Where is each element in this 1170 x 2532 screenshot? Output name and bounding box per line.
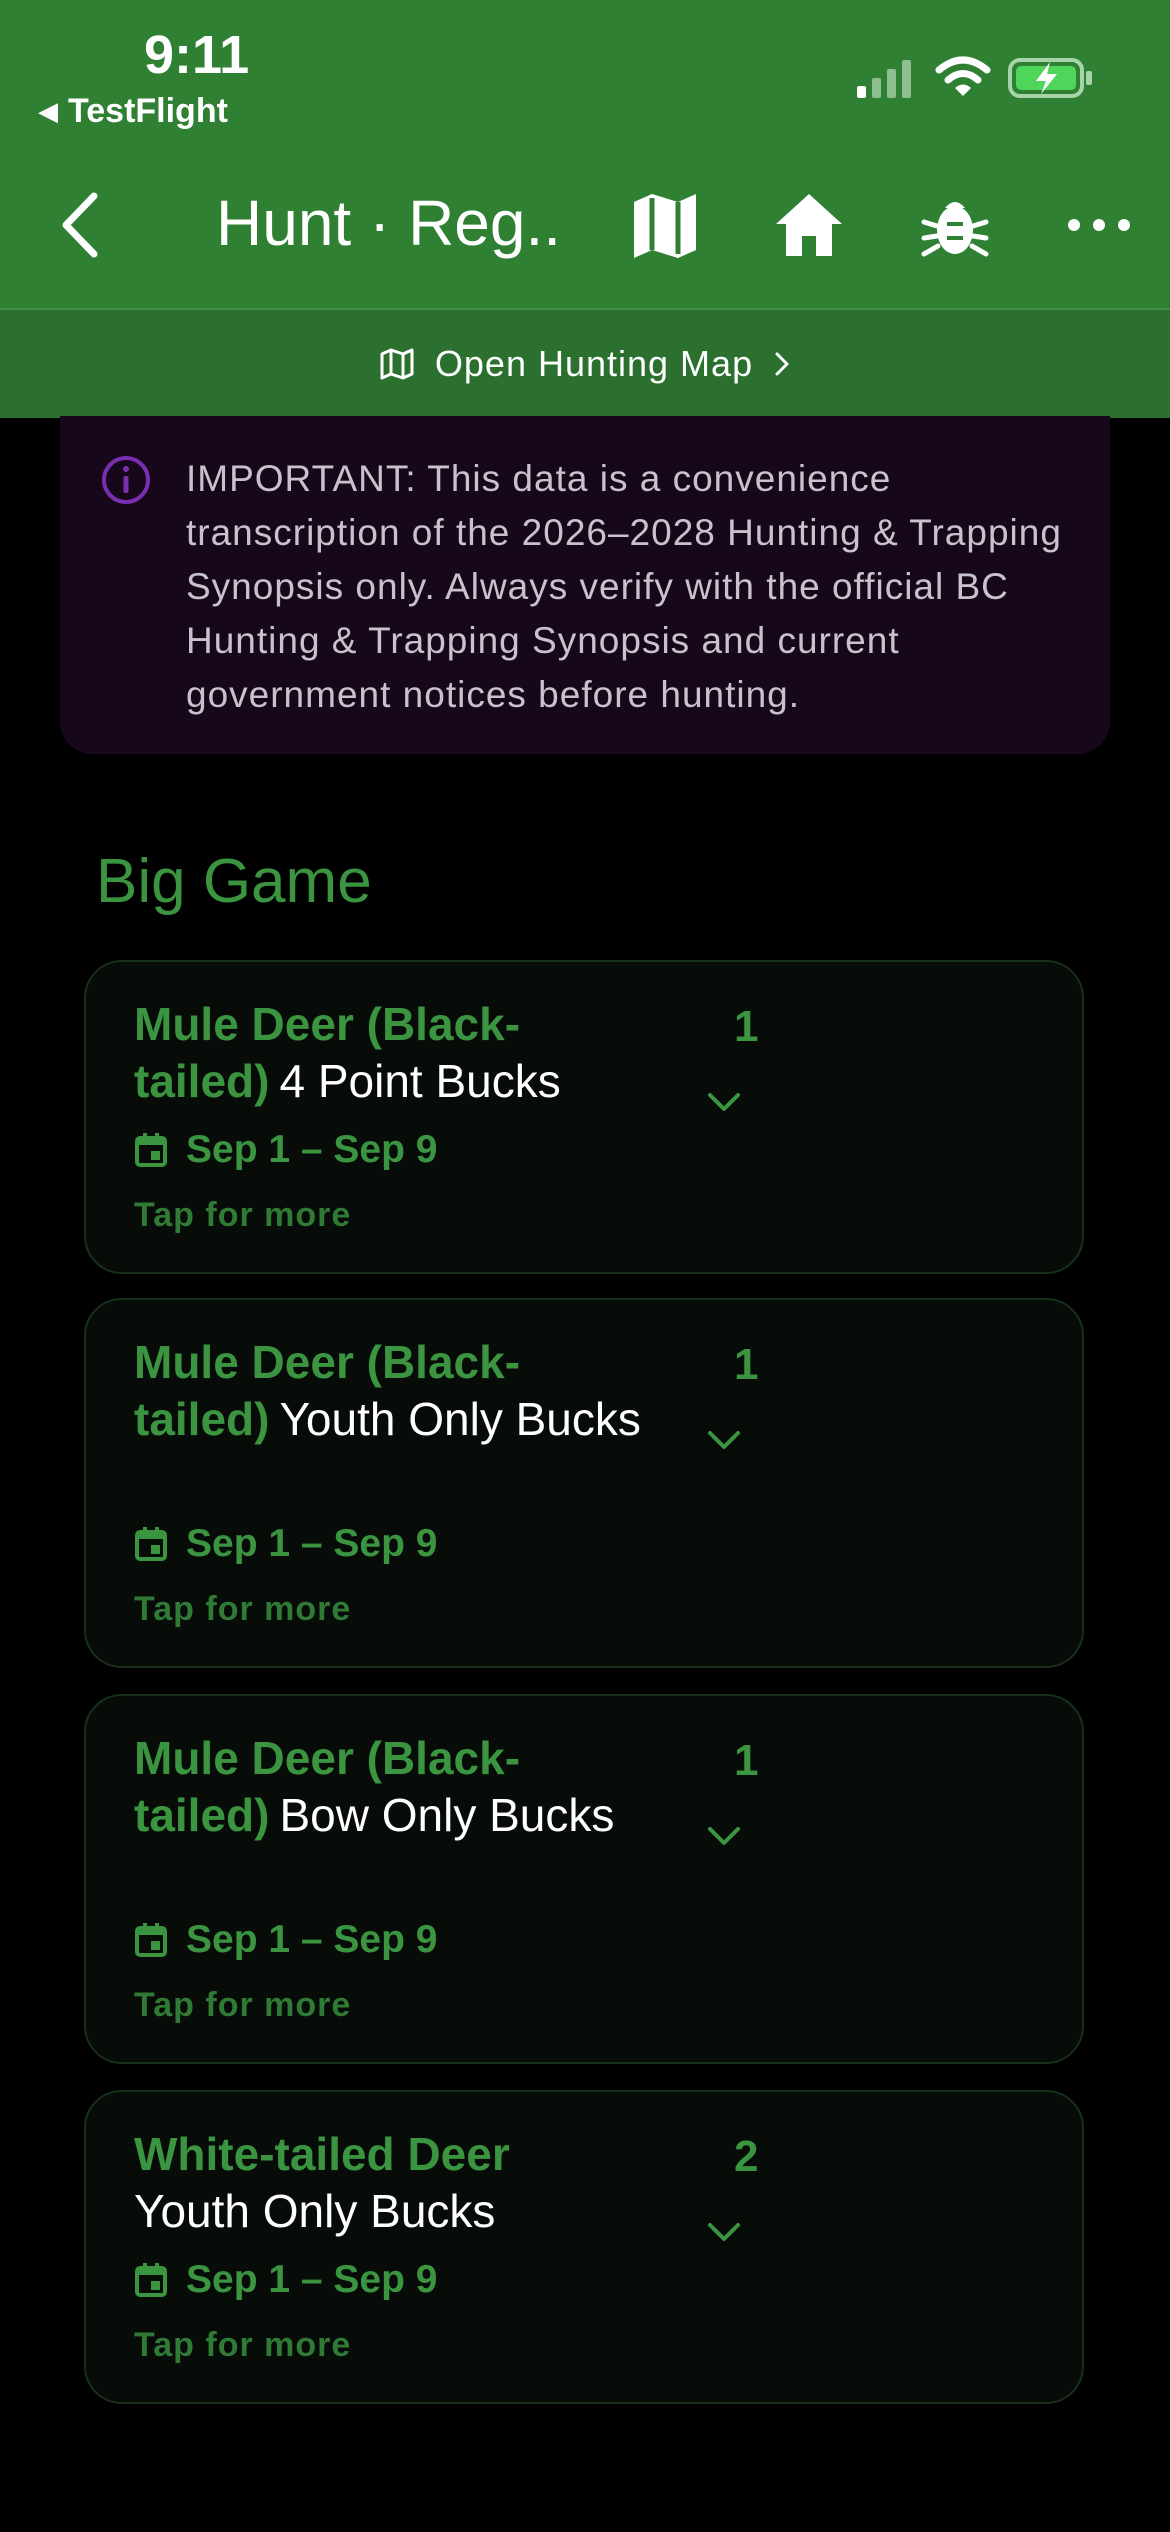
more-icon[interactable] <box>1062 188 1136 262</box>
chevron-right-icon <box>775 352 789 376</box>
calendar-icon <box>135 1527 167 1561</box>
card-title: Mule Deer (Black-tailed) Bow Only Bucks <box>134 1730 674 1844</box>
back-triangle-icon: ◀ <box>38 96 58 126</box>
card-detail: Youth Only Bucks <box>279 1393 641 1445</box>
home-icon[interactable] <box>772 188 846 262</box>
card-detail: 4 Point Bucks <box>279 1055 561 1107</box>
regulation-card[interactable]: Mule Deer (Black-tailed) Bow Only Bucks S… <box>84 1694 1084 2064</box>
regulation-card[interactable]: Mule Deer (Black-tailed) 4 Point Bucks Se… <box>84 960 1084 1274</box>
status-back-label: TestFlight <box>68 92 228 130</box>
bug-icon[interactable] <box>918 188 992 262</box>
app-header: 9:11 ◀ TestFlight Hunt · Reg... <box>0 0 1170 308</box>
calendar-icon <box>135 2263 167 2297</box>
chevron-down-icon[interactable] <box>706 2220 742 2244</box>
card-title: Mule Deer (Black-tailed) 4 Point Bucks <box>134 996 674 1110</box>
card-tap-for-more: Tap for more <box>134 1590 352 1628</box>
cellular-signal-icon <box>857 60 911 98</box>
card-date: Sep 1 – Sep 9 <box>134 1522 437 1566</box>
info-icon <box>102 456 150 504</box>
calendar-icon <box>135 1133 167 1167</box>
card-detail: Bow Only Bucks <box>279 1789 615 1841</box>
status-back-to-app[interactable]: ◀ TestFlight <box>38 92 228 131</box>
card-bag-limit: 1 <box>734 1340 759 1389</box>
card-bag-limit: 2 <box>734 2132 759 2181</box>
wifi-icon <box>935 56 991 96</box>
card-tap-for-more: Tap for more <box>134 1986 352 2024</box>
card-date: Sep 1 – Sep 9 <box>134 1918 437 1962</box>
status-time: 9:11 <box>144 25 250 85</box>
chevron-down-icon[interactable] <box>706 1090 742 1114</box>
card-title: Mule Deer (Black-tailed) Youth Only Bucks <box>134 1334 674 1448</box>
card-date-text: Sep 1 – Sep 9 <box>186 1918 438 1961</box>
important-notice: IMPORTANT: This data is a convenience tr… <box>60 416 1110 754</box>
card-date-text: Sep 1 – Sep 9 <box>186 1128 438 1171</box>
card-bag-limit: 1 <box>734 1002 759 1051</box>
map-outline-icon <box>380 348 414 380</box>
chevron-down-icon[interactable] <box>706 1824 742 1848</box>
notice-text: IMPORTANT: This data is a convenience tr… <box>186 458 1062 715</box>
card-date: Sep 1 – Sep 9 <box>134 2258 437 2302</box>
card-detail: Youth Only Bucks <box>134 2185 496 2237</box>
open-hunting-map-button[interactable]: Open Hunting Map <box>0 308 1170 418</box>
calendar-icon <box>135 1923 167 1957</box>
section-title: Big Game <box>96 847 372 916</box>
card-tap-for-more: Tap for more <box>134 1196 352 1234</box>
regulation-card[interactable]: White-tailed Deer Youth Only Bucks Sep 1 … <box>84 2090 1084 2404</box>
card-date-text: Sep 1 – Sep 9 <box>186 2258 438 2301</box>
card-bag-limit: 1 <box>734 1736 759 1785</box>
open-hunting-map-label: Open Hunting Map <box>434 343 754 384</box>
map-icon[interactable] <box>628 188 702 262</box>
regulation-card[interactable]: Mule Deer (Black-tailed) Youth Only Bucks… <box>84 1298 1084 1668</box>
battery-charging-icon <box>1008 58 1092 98</box>
back-chevron-icon[interactable] <box>56 190 106 260</box>
card-tap-for-more: Tap for more <box>134 2326 352 2364</box>
page-title: Hunt · Reg... <box>216 187 556 259</box>
card-title: White-tailed Deer Youth Only Bucks <box>134 2126 674 2240</box>
card-date-text: Sep 1 – Sep 9 <box>186 1522 438 1565</box>
chevron-down-icon[interactable] <box>706 1428 742 1452</box>
card-date: Sep 1 – Sep 9 <box>134 1128 437 1172</box>
card-species: White-tailed Deer <box>134 2128 510 2180</box>
